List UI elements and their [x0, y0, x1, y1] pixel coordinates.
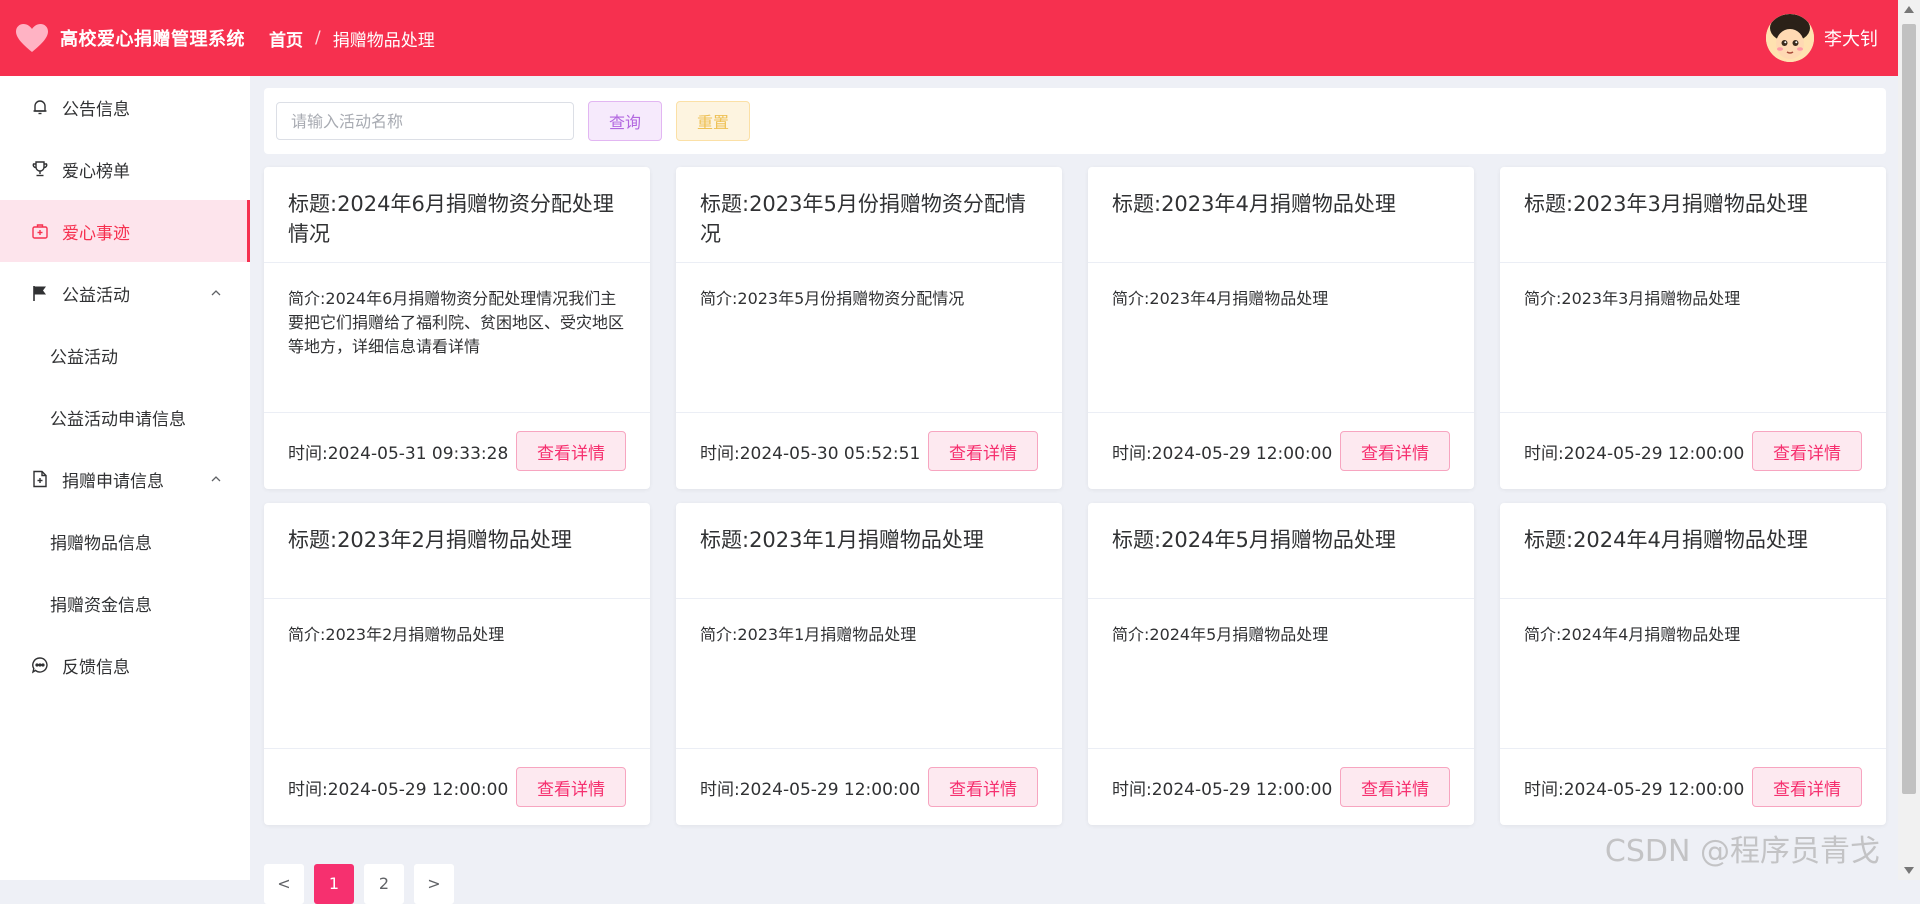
- card-title: 标题:2023年1月捐赠物品处理: [676, 503, 1062, 599]
- card-footer: 时间:2024-05-29 12:00:00 查看详情: [1500, 749, 1886, 825]
- top-header: 高校爱心捐赠管理系统 首页 / 捐赠物品处理 李大钊: [0, 0, 1898, 76]
- card-time: 时间:2024-05-30 05:52:51: [700, 443, 921, 464]
- view-details-button[interactable]: 查看详情: [1752, 767, 1862, 807]
- card-description: 简介:2023年4月捐赠物品处理: [1088, 263, 1474, 413]
- view-details-button[interactable]: 查看详情: [1340, 431, 1450, 471]
- view-details-button[interactable]: 查看详情: [1752, 431, 1862, 471]
- avatar[interactable]: [1766, 14, 1814, 62]
- story-card: 标题:2023年2月捐赠物品处理 简介:2023年2月捐赠物品处理 时间:202…: [264, 503, 650, 825]
- breadcrumb: 首页 / 捐赠物品处理: [269, 26, 435, 51]
- username[interactable]: 李大钊: [1824, 25, 1878, 51]
- story-card: 标题:2024年6月捐赠物资分配处理情况 简介:2024年6月捐赠物资分配处理情…: [264, 167, 650, 489]
- trophy-icon: [30, 159, 50, 179]
- card-footer: 时间:2024-05-29 12:00:00 查看详情: [1500, 413, 1886, 489]
- pagination-page-2[interactable]: 2: [364, 864, 404, 904]
- heart-logo-icon: [14, 20, 50, 56]
- sidebar-item-donation-applications[interactable]: 捐赠申请信息: [0, 448, 250, 510]
- view-details-button[interactable]: 查看详情: [1340, 767, 1450, 807]
- bell-icon: [30, 97, 50, 117]
- sidebar: 公告信息 爱心榜单 爱心事迹 公益活动 公益活动 公益活动申请信息 捐赠申请信息…: [0, 76, 250, 880]
- card-footer: 时间:2024-05-29 12:00:00 查看详情: [1088, 749, 1474, 825]
- activity-name-search-input[interactable]: [276, 102, 574, 140]
- query-button[interactable]: 查询: [588, 101, 662, 141]
- sidebar-item-announcements[interactable]: 公告信息: [0, 76, 250, 138]
- sidebar-subitem-public-activities[interactable]: 公益活动: [0, 324, 250, 386]
- card-description: 简介:2023年5月份捐赠物资分配情况: [676, 263, 1062, 413]
- card-time: 时间:2024-05-29 12:00:00: [1524, 443, 1745, 464]
- sidebar-item-feedback[interactable]: 反馈信息: [0, 634, 250, 696]
- breadcrumb-home-link[interactable]: 首页: [269, 26, 303, 51]
- chevron-up-icon: [210, 284, 222, 304]
- breadcrumb-separator: /: [315, 28, 321, 48]
- story-card: 标题:2024年4月捐赠物品处理 简介:2024年4月捐赠物品处理 时间:202…: [1500, 503, 1886, 825]
- chat-icon: [30, 655, 50, 675]
- card-title: 标题:2024年5月捐赠物品处理: [1088, 503, 1474, 599]
- card-footer: 时间:2024-05-31 09:33:28 查看详情: [264, 413, 650, 489]
- scrollbar-thumb[interactable]: [1902, 24, 1916, 794]
- sidebar-item-label: 公益活动: [62, 285, 130, 306]
- card-time: 时间:2024-05-29 12:00:00: [1524, 779, 1745, 800]
- scroll-down-arrow-icon[interactable]: [1904, 867, 1914, 874]
- sidebar-item-label: 爱心事迹: [62, 223, 130, 244]
- app-title: 高校爱心捐赠管理系统: [60, 29, 245, 50]
- card-description: 简介:2023年3月捐赠物品处理: [1500, 263, 1886, 413]
- pagination-prev-button[interactable]: <: [264, 864, 304, 904]
- sidebar-subitem-activity-applications[interactable]: 公益活动申请信息: [0, 386, 250, 448]
- card-description: 简介:2024年6月捐赠物资分配处理情况我们主要把它们捐赠给了福利院、贫困地区、…: [264, 263, 650, 413]
- card-time: 时间:2024-05-29 12:00:00: [700, 779, 921, 800]
- csdn-watermark: CSDN @程序员青戈: [1604, 834, 1880, 869]
- sidebar-item-public-activities[interactable]: 公益活动: [0, 262, 250, 324]
- sidebar-item-label: 公告信息: [62, 99, 130, 120]
- card-footer: 时间:2024-05-29 12:00:00 查看详情: [1088, 413, 1474, 489]
- breadcrumb-current: 捐赠物品处理: [332, 30, 435, 51]
- card-footer: 时间:2024-05-30 05:52:51 查看详情: [676, 413, 1062, 489]
- sidebar-item-label: 捐赠申请信息: [62, 471, 164, 492]
- sidebar-item-love-stories[interactable]: 爱心事迹: [0, 200, 250, 262]
- first-aid-icon: [30, 221, 50, 241]
- pagination-next-button[interactable]: >: [414, 864, 454, 904]
- card-time: 时间:2024-05-29 12:00:00: [1112, 443, 1333, 464]
- card-title: 标题:2024年4月捐赠物品处理: [1500, 503, 1886, 599]
- page-scrollbar[interactable]: [1898, 0, 1920, 880]
- reset-button[interactable]: 重置: [676, 101, 750, 141]
- card-description: 简介:2023年2月捐赠物品处理: [264, 599, 650, 749]
- sidebar-subitem-donated-items[interactable]: 捐赠物品信息: [0, 510, 250, 572]
- card-title: 标题:2024年6月捐赠物资分配处理情况: [264, 167, 650, 263]
- document-add-icon: [30, 469, 50, 489]
- view-details-button[interactable]: 查看详情: [516, 431, 626, 471]
- pagination-page-1[interactable]: 1: [314, 864, 354, 904]
- pagination: < 1 2 >: [264, 864, 464, 904]
- view-details-button[interactable]: 查看详情: [928, 431, 1038, 471]
- story-card: 标题:2023年4月捐赠物品处理 简介:2023年4月捐赠物品处理 时间:202…: [1088, 167, 1474, 489]
- card-footer: 时间:2024-05-29 12:00:00 查看详情: [676, 749, 1062, 825]
- view-details-button[interactable]: 查看详情: [928, 767, 1038, 807]
- card-time: 时间:2024-05-29 12:00:00: [288, 779, 509, 800]
- card-time: 时间:2024-05-31 09:33:28: [288, 443, 509, 464]
- card-description: 简介:2024年4月捐赠物品处理: [1500, 599, 1886, 749]
- sidebar-item-label: 爱心榜单: [62, 161, 130, 182]
- card-title: 标题:2023年5月份捐赠物资分配情况: [676, 167, 1062, 263]
- scroll-up-arrow-icon[interactable]: [1904, 6, 1914, 13]
- card-title: 标题:2023年2月捐赠物品处理: [264, 503, 650, 599]
- chevron-up-icon: [210, 470, 222, 490]
- sidebar-item-label: 反馈信息: [62, 657, 130, 678]
- card-time: 时间:2024-05-29 12:00:00: [1112, 779, 1333, 800]
- sidebar-item-love-ranking[interactable]: 爱心榜单: [0, 138, 250, 200]
- story-card: 标题:2023年5月份捐赠物资分配情况 简介:2023年5月份捐赠物资分配情况 …: [676, 167, 1062, 489]
- sidebar-subitem-donated-funds[interactable]: 捐赠资金信息: [0, 572, 250, 634]
- search-bar: 查询 重置: [264, 88, 1886, 154]
- story-card: 标题:2023年1月捐赠物品处理 简介:2023年1月捐赠物品处理 时间:202…: [676, 503, 1062, 825]
- card-description: 简介:2023年1月捐赠物品处理: [676, 599, 1062, 749]
- card-title: 标题:2023年3月捐赠物品处理: [1500, 167, 1886, 263]
- view-details-button[interactable]: 查看详情: [516, 767, 626, 807]
- story-card: 标题:2023年3月捐赠物品处理 简介:2023年3月捐赠物品处理 时间:202…: [1500, 167, 1886, 489]
- card-footer: 时间:2024-05-29 12:00:00 查看详情: [264, 749, 650, 825]
- user-menu[interactable]: 李大钊: [1766, 14, 1878, 62]
- story-card: 标题:2024年5月捐赠物品处理 简介:2024年5月捐赠物品处理 时间:202…: [1088, 503, 1474, 825]
- flag-icon: [30, 283, 50, 303]
- card-title: 标题:2023年4月捐赠物品处理: [1088, 167, 1474, 263]
- card-description: 简介:2024年5月捐赠物品处理: [1088, 599, 1474, 749]
